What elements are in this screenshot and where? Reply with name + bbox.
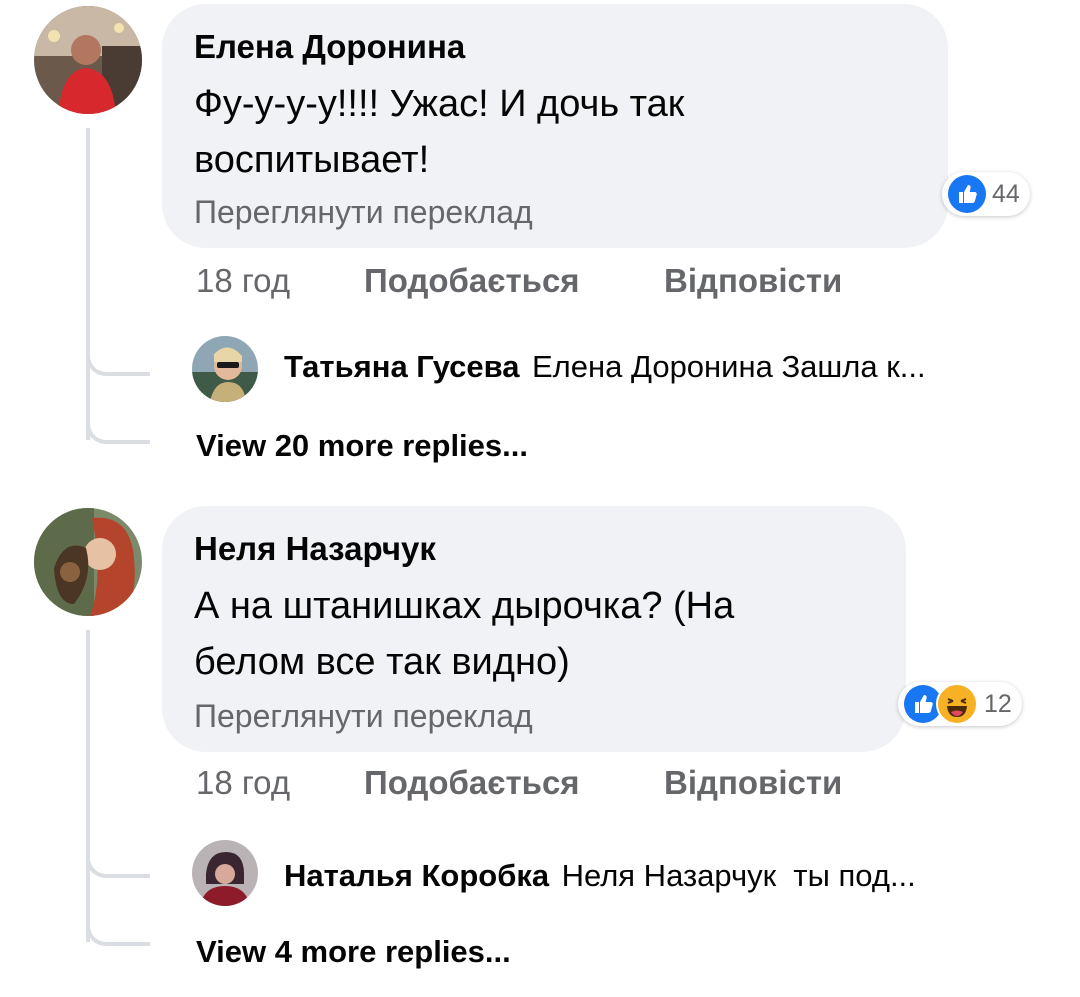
reply-text: Елена Доронина Зашла к... [532,349,926,384]
reaction-summary[interactable]: 44 [942,172,1030,216]
thread-branch [86,320,150,376]
comment-author[interactable]: Елена Доронина [194,28,465,66]
comment-bubble[interactable]: Елена Доронина Фу-у-у-у!!!! Ужас! И дочь… [162,4,948,248]
thread-branch [86,390,150,444]
like-button[interactable]: Подобається [364,764,580,802]
reply-button[interactable]: Відповісти [664,262,842,300]
comment-timestamp[interactable]: 18 год [196,764,290,802]
reply-author[interactable]: Наталья Коробка [284,858,549,893]
thread-branch [86,822,150,878]
reply-text: Неля Назарчук ты под... [561,858,916,893]
see-translation-link[interactable]: Переглянути переклад [194,698,533,735]
haha-icon [936,683,978,725]
reply-avatar[interactable] [192,840,258,906]
view-more-replies-link[interactable]: View 4 more replies... [196,934,511,970]
comment-timestamp[interactable]: 18 год [196,262,290,300]
reply-author[interactable]: Татьяна Гусева [284,349,520,384]
reply-button[interactable]: Відповісти [664,764,842,802]
like-button[interactable]: Подобається [364,262,580,300]
reaction-count: 12 [984,689,1012,718]
avatar[interactable] [34,6,142,114]
thread-branch [86,892,150,946]
comment-text-line: А на штанишках дырочка? (На [194,585,735,627]
comment-author[interactable]: Неля Назарчук [194,530,436,568]
comment-text-line: белом все так видно) [194,641,570,683]
reaction-summary[interactable]: 12 [898,682,1022,726]
reaction-count: 44 [992,179,1020,208]
like-icon [948,175,986,213]
view-more-replies-link[interactable]: View 20 more replies... [196,428,528,464]
reply-preview[interactable]: Наталья Коробка Неля Назарчук ты под... [284,858,916,894]
reply-preview[interactable]: Татьяна Гусева Елена Доронина Зашла к... [284,349,926,385]
see-translation-link[interactable]: Переглянути переклад [194,194,533,231]
comment-bubble[interactable]: Неля Назарчук А на штанишках дырочка? (Н… [162,506,906,752]
comment-text-line: воспитывает! [194,139,430,181]
reply-avatar[interactable] [192,336,258,402]
comment-text-line: Фу-у-у-у!!!! Ужас! И дочь так [194,83,685,125]
avatar[interactable] [34,508,142,616]
